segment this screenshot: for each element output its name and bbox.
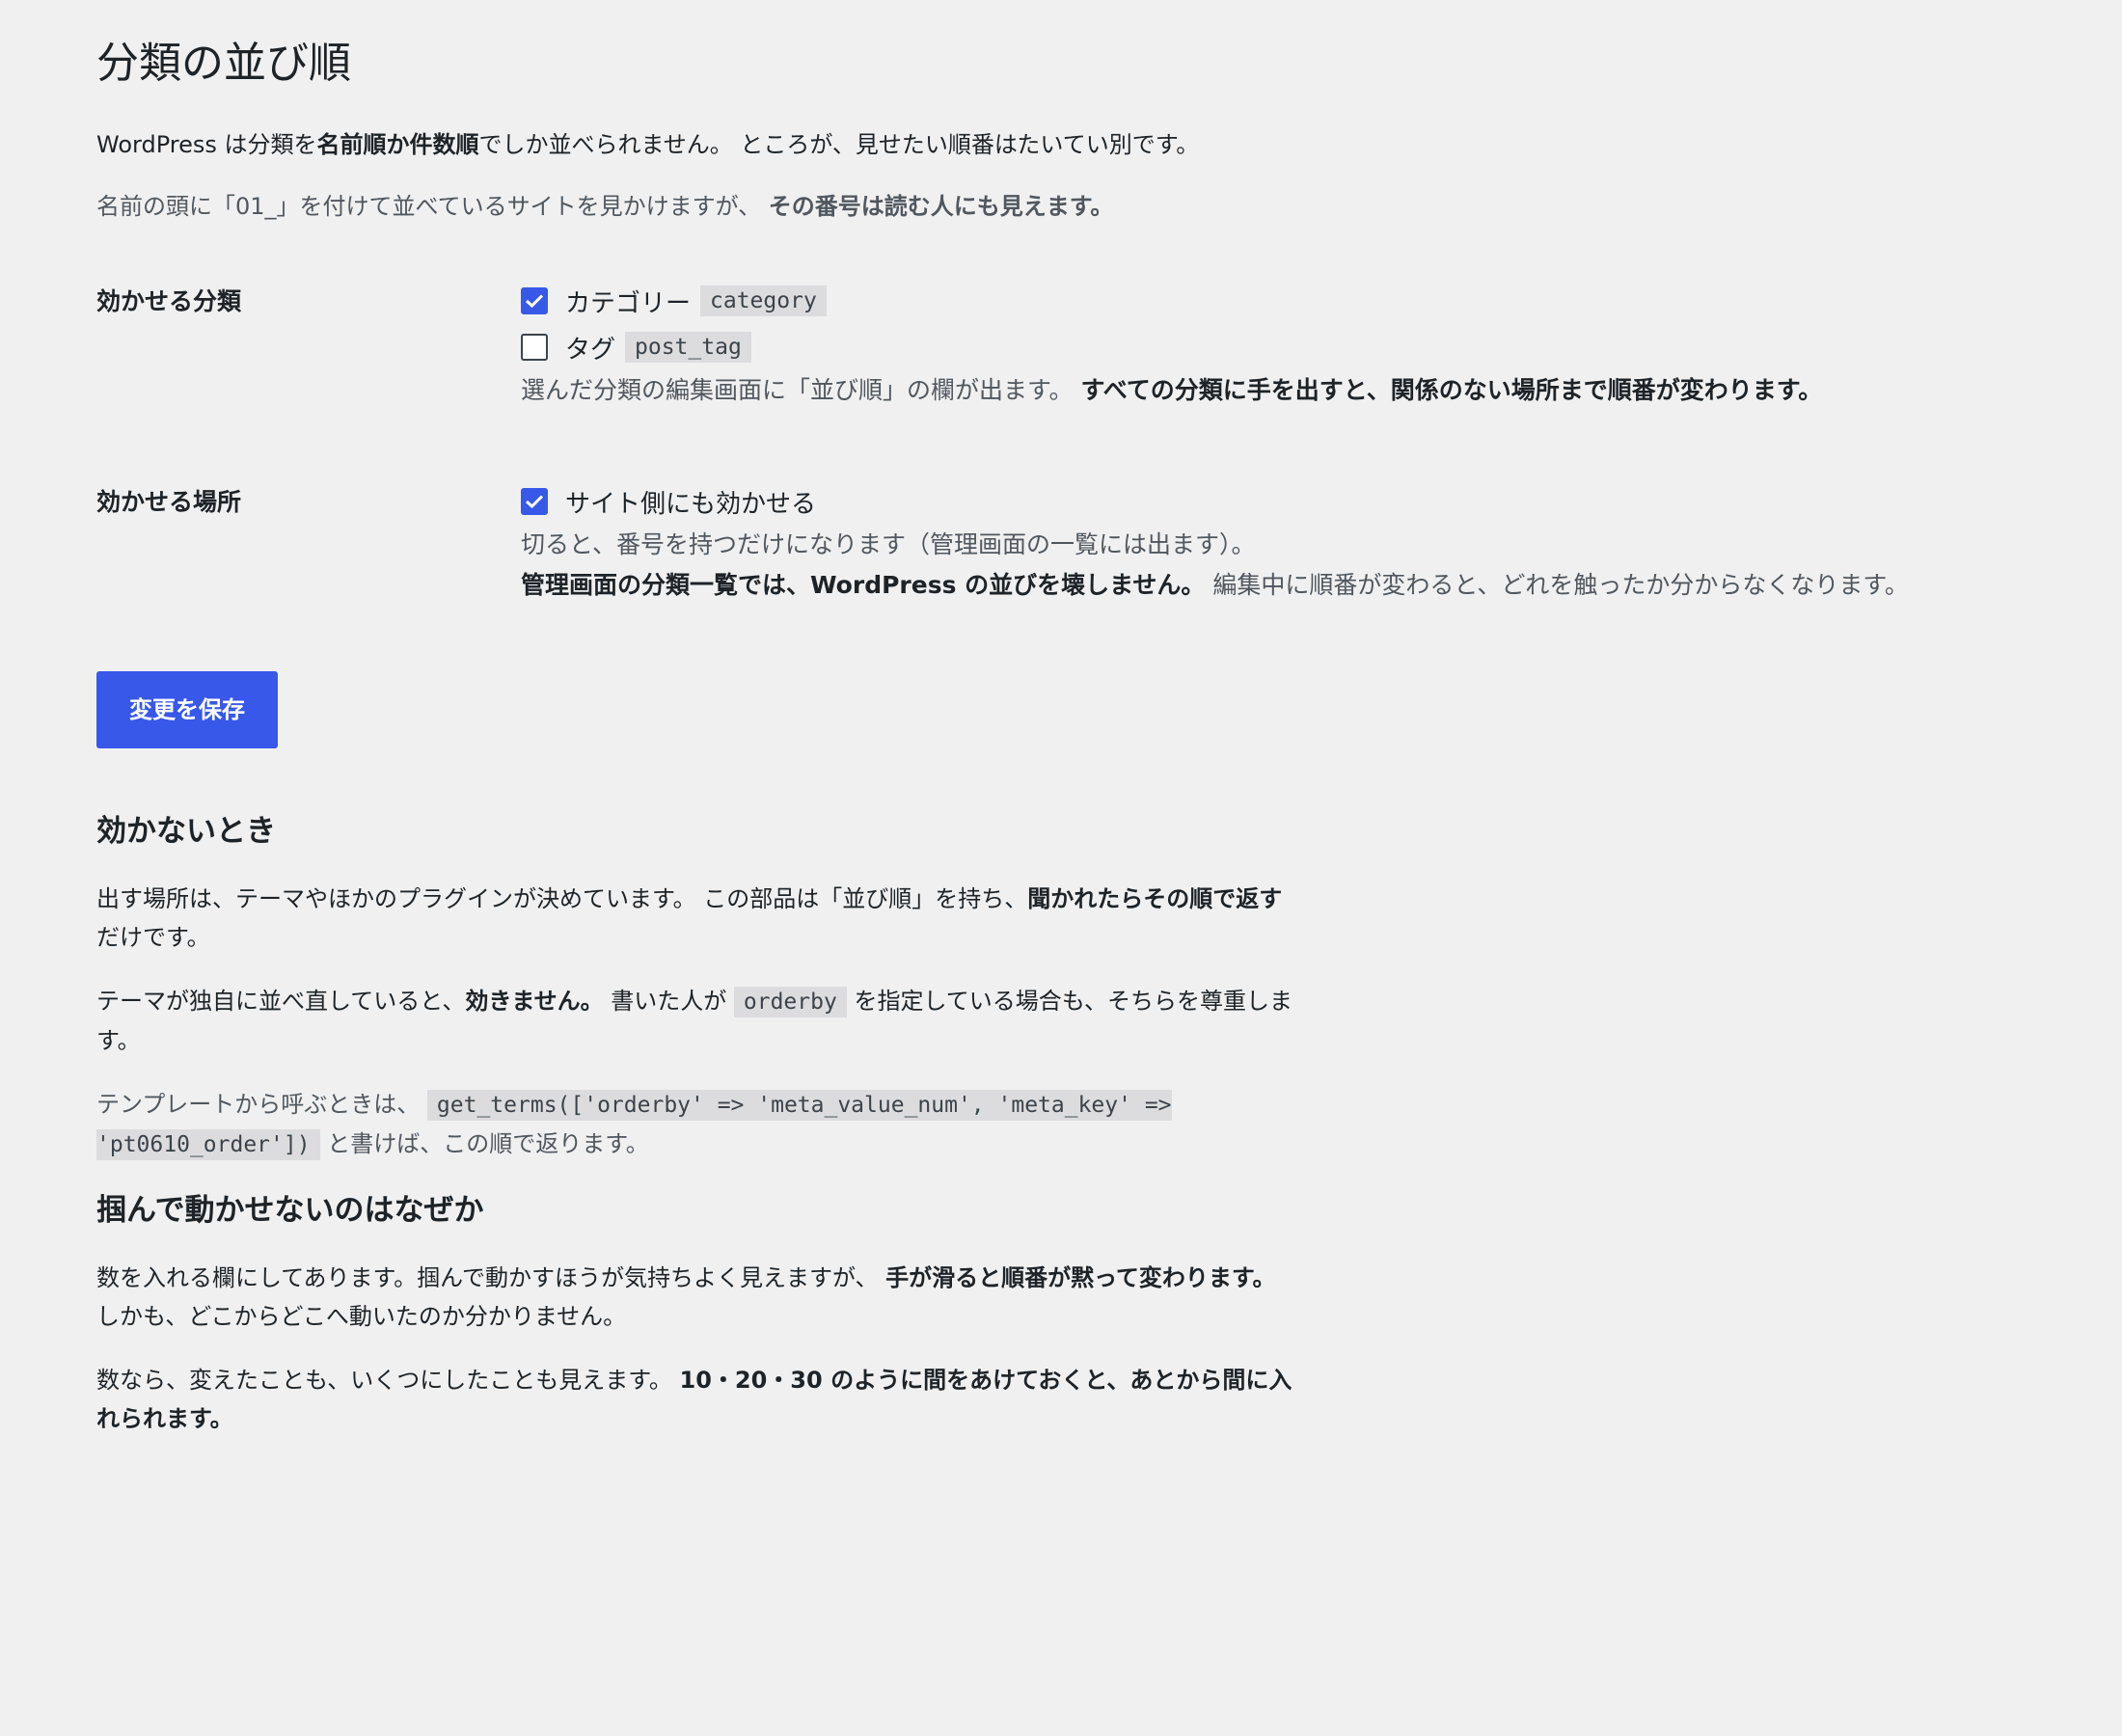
category-slug: category [700, 285, 827, 316]
scope-desc2-bold: 管理画面の分類一覧では、WordPress の並びを壊しません。 [521, 571, 1206, 599]
category-label[interactable]: カテゴリー [565, 284, 691, 319]
intro-paragraph-2: 名前の頭に「01_」を付けて並べているサイトを見かけますが、 その番号は読む人に… [96, 187, 2064, 226]
frontend-label[interactable]: サイト側にも効かせる [565, 484, 816, 520]
section-heading-no-drag: 掴んで動かせないのはなぜか [96, 1193, 484, 1228]
scope-description-2: 管理画面の分類一覧では、WordPress の並びを壊しません。 編集中に順番が… [521, 565, 2064, 606]
category-checkbox[interactable] [521, 287, 548, 314]
section1-paragraph-2: テーマが独自に並べ直していると、効きません。 書いた人が orderby を指定… [96, 982, 1302, 1060]
help-article: 効かないとき 出す場所は、テーマやほかのプラグインが決めています。 この部品は「… [96, 810, 1302, 1438]
scope-description-1: 切ると、番号を持つだけになります（管理画面の一覧には出ます）。 [521, 530, 1256, 558]
section2-paragraph-2: 数なら、変えたことも、いくつにしたことも見えます。 10・20・30 のように間… [96, 1361, 1302, 1438]
s1p3-b: と書けば、この順で返ります。 [319, 1130, 649, 1157]
s2p1-a: 数を入れる欄にしてあります。掴んで動かすほうが気持ちよく見えますが、 [96, 1264, 886, 1291]
intro1-text-b: 名前順か件数順 [316, 131, 479, 158]
s2p2-a: 数なら、変えたことも、いくつにしたことも見えます。 [96, 1367, 680, 1394]
post-tag-checkbox[interactable] [521, 334, 548, 361]
section1-paragraph-1: 出す場所は、テーマやほかのプラグインが決めています。 この部品は「並び順」を持ち… [96, 880, 1302, 957]
intro2-text-a: 名前の頭に「01_」を付けて並べているサイトを見かけますが、 [96, 193, 769, 220]
s1p2-a: テーマが独自に並べ直していると、 [96, 988, 466, 1015]
s1p2-c: 書いた人が [603, 988, 734, 1015]
checkmark-icon [525, 495, 544, 509]
settings-page: 分類の並び順 WordPress は分類を名前順か件数順でしか並べられません。 … [96, 35, 2064, 1463]
s1p1-b: 聞かれたらその順で返す [1027, 885, 1283, 912]
intro1-text-c: でしか並べられません。 ところが、見せたい順番はたいてい別です。 [478, 131, 1200, 158]
s1p1-c: だけです。 [96, 924, 210, 951]
post-tag-label[interactable]: タグ [565, 330, 615, 366]
s1p1-a: 出す場所は、テーマやほかのプラグインが決めています。 この部品は「並び順」を持ち… [96, 885, 1028, 912]
section-heading-not-working: 効かないとき [96, 814, 276, 849]
scope-setting-row: 効かせる場所 サイト側にも効かせる 切ると、番号を持つだけになります（管理画面の… [96, 478, 2064, 606]
taxonomy-setting-row: 効かせる分類 カテゴリー category タグ post_tag 選んだ分類の… [96, 278, 2064, 411]
intro1-text-a: WordPress は分類を [96, 131, 317, 158]
section2-paragraph-1: 数を入れる欄にしてあります。掴んで動かすほうが気持ちよく見えますが、 手が滑ると… [96, 1259, 1302, 1336]
frontend-checkbox[interactable] [521, 488, 548, 515]
scope-setting-field: サイト側にも効かせる 切ると、番号を持つだけになります（管理画面の一覧には出ます… [521, 478, 2064, 606]
scope-desc2-text: 編集中に順番が変わると、どれを触ったか分からなくなります。 [1205, 571, 1909, 599]
s2p1-b: 手が滑ると順番が黙って変わります。 [885, 1264, 1276, 1291]
scope-setting-label: 効かせる場所 [96, 488, 242, 516]
intro2-text-b: その番号は読む人にも見えます。 [768, 193, 1114, 220]
s2p1-c: しかも、どこからどこへ動いたのか分かりません。 [96, 1303, 627, 1330]
scope-option-frontend[interactable]: サイト側にも効かせる [521, 478, 2064, 525]
post-tag-slug: post_tag [625, 332, 751, 363]
taxonomy-desc-a: 選んだ分類の編集画面に「並び順」の欄が出ます。 [521, 376, 1081, 404]
taxonomy-setting-label: 効かせる分類 [96, 287, 242, 315]
taxonomy-option-category[interactable]: カテゴリー category [521, 278, 2064, 324]
s1p3-a: テンプレートから呼ぶときは、 [96, 1091, 427, 1118]
page-title: 分類の並び順 [96, 39, 351, 88]
orderby-code: orderby [733, 987, 847, 1017]
section1-paragraph-3: テンプレートから呼ぶときは、 get_terms(['orderby' => '… [96, 1085, 1302, 1164]
s1p2-b: 効きません。 [465, 988, 604, 1015]
intro-paragraph-1: WordPress は分類を名前順か件数順でしか並べられません。 ところが、見せ… [96, 125, 2064, 164]
checkmark-icon [525, 294, 544, 309]
taxonomy-setting-field: カテゴリー category タグ post_tag 選んだ分類の編集画面に「並… [521, 278, 2064, 411]
taxonomy-option-post-tag[interactable]: タグ post_tag [521, 324, 2064, 370]
taxonomy-description: 選んだ分類の編集画面に「並び順」の欄が出ます。 すべての分類に手を出すと、関係の… [521, 370, 2064, 411]
taxonomy-desc-b: すべての分類に手を出すと、関係のない場所まで順番が変わります。 [1080, 376, 1823, 404]
save-button[interactable]: 変更を保存 [96, 671, 278, 748]
